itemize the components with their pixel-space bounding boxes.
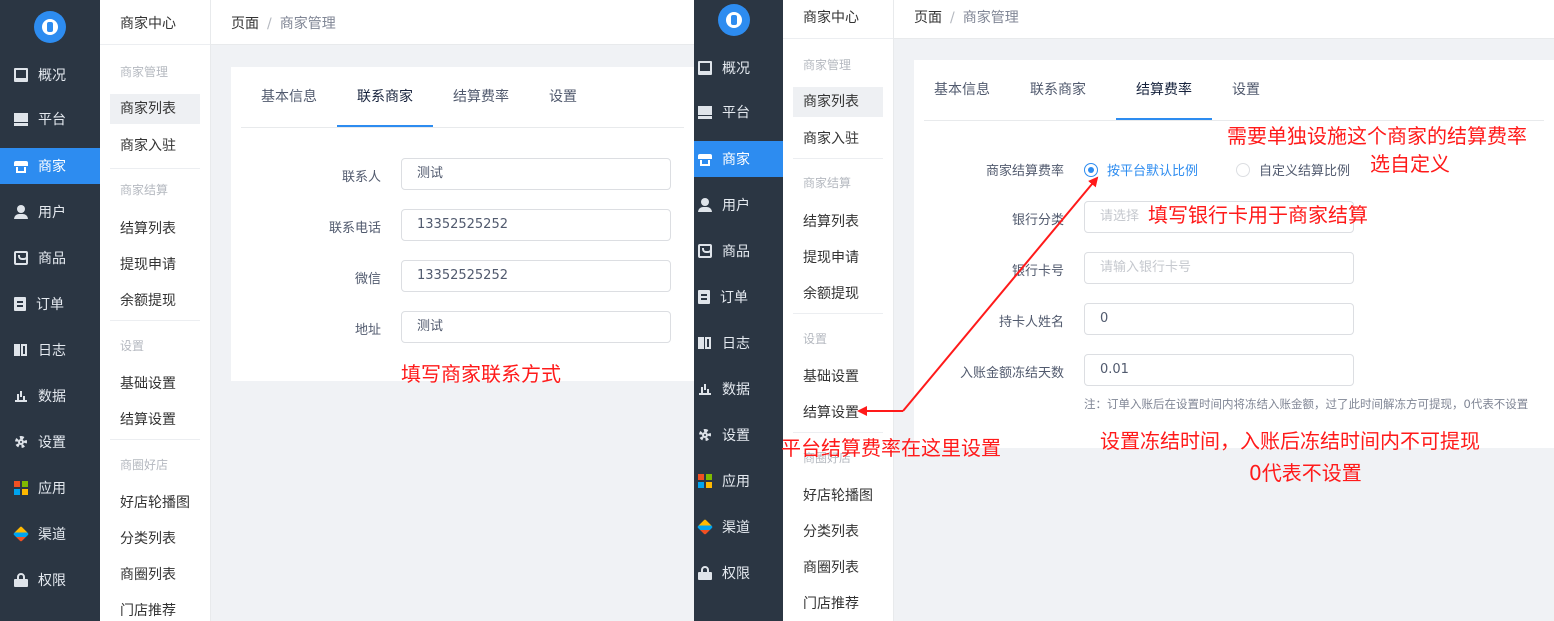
arrow-to-rate-radio bbox=[902, 176, 1099, 412]
annotation-arrows bbox=[857, 176, 1099, 416]
